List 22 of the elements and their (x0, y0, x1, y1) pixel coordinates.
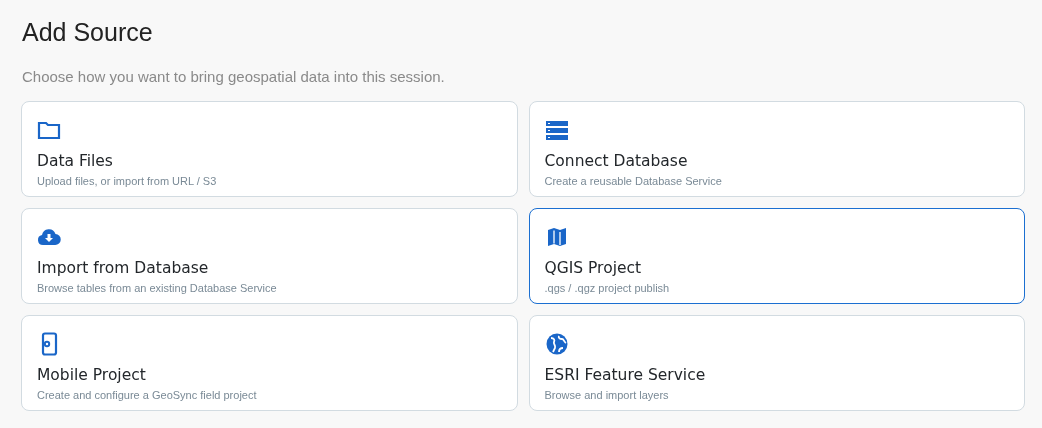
card-description: Create and configure a GeoSync field project (37, 389, 258, 401)
globe-icon (544, 332, 569, 356)
source-card[interactable]: QGIS Project .qgs / .qgz project publish (528, 208, 1025, 304)
source-card[interactable]: ESRI Feature Service Browse and import layers (528, 315, 1025, 411)
source-card[interactable]: Import from Database Browse tables from an existing Database Service (21, 208, 518, 304)
source-card[interactable]: Connect Database Create a reusable Database Service (528, 101, 1025, 197)
card-title: QGIS Project (544, 259, 643, 277)
card-title: ESRI Feature Service (544, 366, 707, 384)
card-description: Browse and import layers (544, 389, 670, 401)
card-description: Browse tables from an existing Database Service (37, 282, 278, 294)
card-title: Import from Database (37, 259, 210, 277)
source-card[interactable]: Mobile Project Create and configure a GeoSync field project (21, 315, 518, 411)
card-title: Mobile Project (37, 366, 147, 384)
server-icon (544, 118, 569, 142)
page-subtitle: Choose how you want to bring geospatial data into this session. (22, 68, 446, 85)
page-title: Add Source (22, 18, 154, 47)
card-title: Connect Database (544, 152, 689, 170)
card-title: Data Files (37, 152, 114, 170)
card-description: .qgs / .qgz project publish (544, 282, 671, 294)
card-description: Create a reusable Database Service (544, 175, 723, 187)
card-description: Upload files, or import from URL / S3 (37, 175, 218, 187)
source-card[interactable]: Data Files Upload files, or import from URL / S3 (21, 101, 518, 197)
